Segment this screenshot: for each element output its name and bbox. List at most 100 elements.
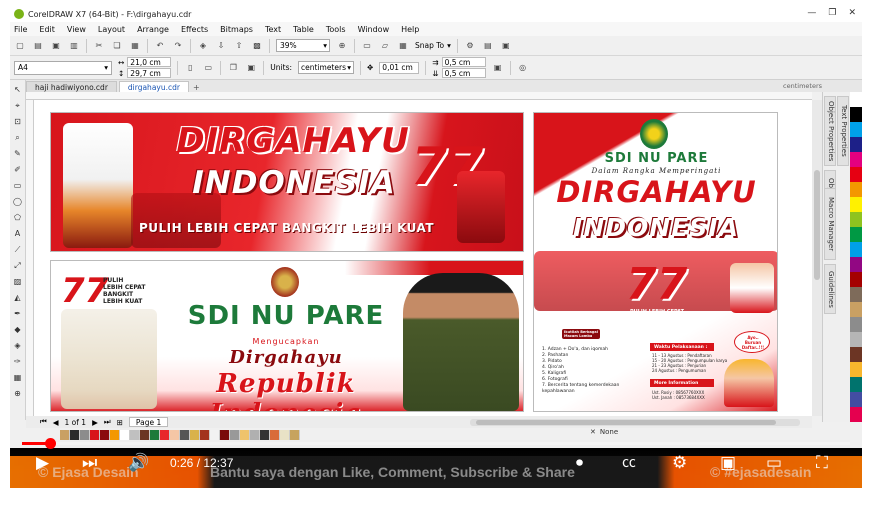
tab-dirgahayu[interactable]: dirgahayu.cdr [118, 81, 189, 92]
palette-swatch[interactable] [850, 182, 862, 197]
document-palette-swatch[interactable] [220, 430, 230, 440]
interactive-fill-icon[interactable]: ◆ [12, 324, 23, 335]
document-palette-swatch[interactable] [210, 430, 220, 440]
horizontal-scroll-thumb[interactable] [476, 420, 776, 425]
rectangle-tool-icon[interactable]: ▭ [12, 180, 23, 191]
zoom-fit-icon[interactable]: ⊕ [336, 40, 348, 52]
miniplayer-icon[interactable]: ▣ [720, 453, 736, 473]
redo-icon[interactable]: ↷ [172, 40, 184, 52]
autoplay-toggle-icon[interactable]: ⏺ [576, 453, 583, 473]
document-palette-swatch[interactable] [120, 430, 130, 440]
palette-swatch[interactable] [850, 167, 862, 182]
vertical-ruler[interactable] [26, 100, 34, 416]
transparency-tool-icon[interactable]: ◭ [12, 292, 23, 303]
last-page-icon[interactable]: ⏭ [104, 417, 111, 427]
polygon-tool-icon[interactable]: ⬠ [12, 212, 23, 223]
menu-arrange[interactable]: Arrange [137, 25, 169, 34]
palette-swatch[interactable] [850, 212, 862, 227]
document-palette-swatch[interactable] [90, 430, 100, 440]
minimize-button[interactable]: — [807, 8, 816, 18]
welcome-screen-icon[interactable]: ▣ [500, 40, 512, 52]
maximize-button[interactable]: ❐ [828, 8, 836, 18]
docker-tab-macro-manager[interactable]: Macro Manager [824, 188, 836, 260]
palette-swatch[interactable] [850, 272, 862, 287]
application-launcher-icon[interactable]: ▤ [482, 40, 494, 52]
color-palette[interactable] [850, 92, 862, 422]
import-icon[interactable]: ⇩ [215, 40, 227, 52]
document-palette-swatch[interactable] [60, 430, 70, 440]
document-palette[interactable] [60, 430, 300, 440]
document-palette-swatch[interactable] [130, 430, 140, 440]
menu-effects[interactable]: Effects [181, 25, 208, 34]
save-icon[interactable]: ▣ [50, 40, 62, 52]
freehand-tool-icon[interactable]: ✎ [12, 148, 23, 159]
horizontal-scrollbar[interactable] [470, 419, 800, 426]
publish-pdf-icon[interactable]: ▩ [251, 40, 263, 52]
document-palette-swatch[interactable] [190, 430, 200, 440]
menu-edit[interactable]: Edit [39, 25, 55, 34]
add-tool-icon[interactable]: ⊕ [12, 388, 23, 399]
palette-swatch[interactable] [850, 242, 862, 257]
theater-mode-icon[interactable]: ▭ [766, 453, 782, 473]
document-palette-swatch[interactable] [240, 430, 250, 440]
open-folder-icon[interactable]: ▤ [32, 40, 44, 52]
page-height-input[interactable]: 29,7 cm [127, 68, 172, 78]
document-palette-swatch[interactable] [230, 430, 240, 440]
units-select[interactable]: centimeters ▾ [298, 61, 354, 74]
palette-swatch[interactable] [850, 227, 862, 242]
menu-text[interactable]: Text [265, 25, 281, 34]
palette-swatch[interactable] [850, 392, 862, 407]
snap-to-dropdown[interactable]: Snap To ▾ [415, 41, 451, 50]
new-document-icon[interactable]: ▢ [14, 40, 26, 52]
print-icon[interactable]: ▥ [68, 40, 80, 52]
palette-swatch[interactable] [850, 257, 862, 272]
menu-file[interactable]: File [14, 25, 27, 34]
settings-gear-icon[interactable]: ⚙ [672, 453, 687, 473]
document-palette-swatch[interactable] [80, 430, 90, 440]
drop-shadow-icon[interactable]: ▨ [12, 276, 23, 287]
page-width-input[interactable]: 21,0 cm [127, 57, 172, 67]
add-page-icon[interactable]: ⊞ [117, 418, 123, 427]
page-frame-icon[interactable]: ▣ [492, 62, 504, 74]
play-icon[interactable]: ▶ [36, 453, 49, 473]
menu-tools[interactable]: Tools [326, 25, 346, 34]
page-size-select[interactable]: A4 ▾ [14, 60, 112, 75]
document-palette-swatch[interactable] [100, 430, 110, 440]
document-palette-swatch[interactable] [250, 430, 260, 440]
palette-swatch[interactable] [850, 362, 862, 377]
prev-page-icon[interactable]: ◀ [53, 418, 59, 427]
cut-icon[interactable]: ✂ [93, 40, 105, 52]
artistic-media-icon[interactable]: ✐ [12, 164, 23, 175]
palette-swatch[interactable] [850, 107, 862, 122]
shape-tool-icon[interactable]: ⌖ [12, 100, 23, 111]
document-palette-swatch[interactable] [170, 430, 180, 440]
document-palette-swatch[interactable] [270, 430, 280, 440]
nudge-distance-input[interactable]: 0,01 cm [379, 61, 420, 74]
paste-icon[interactable]: ▦ [129, 40, 141, 52]
color-eyedropper-icon[interactable]: ✒ [12, 308, 23, 319]
menu-bitmaps[interactable]: Bitmaps [220, 25, 253, 34]
docker-tab-object-properties[interactable]: Object Properties [824, 96, 836, 166]
palette-swatch[interactable] [850, 347, 862, 362]
palette-swatch[interactable] [850, 332, 862, 347]
document-palette-swatch[interactable] [200, 430, 210, 440]
next-video-icon[interactable]: ⏭ [82, 453, 97, 473]
connector-tool-icon[interactable]: ⤢ [12, 260, 23, 271]
copy-icon[interactable]: ❏ [111, 40, 123, 52]
tab-haji-hadiwiyono[interactable]: haji hadiwiyono.cdr [26, 81, 117, 92]
spot-icon[interactable]: ◎ [517, 62, 529, 74]
vertical-scroll-thumb[interactable] [814, 170, 820, 280]
all-pages-icon[interactable]: ❐ [227, 62, 239, 74]
drawing-canvas[interactable]: DIRGAHAYU INDONESIA 77 PULIH LEBIH CEPAT… [34, 100, 812, 416]
horizontal-ruler[interactable] [26, 92, 812, 100]
search-content-icon[interactable]: ◈ [197, 40, 209, 52]
document-palette-swatch[interactable] [70, 430, 80, 440]
palette-swatch[interactable] [850, 287, 862, 302]
page-tab-1[interactable]: Page 1 [128, 417, 169, 427]
poster-lomba[interactable]: SDI NU PARE Dalam Rangka Memperingati DI… [533, 112, 778, 412]
document-palette-swatch[interactable] [150, 430, 160, 440]
document-palette-swatch[interactable] [140, 430, 150, 440]
zoom-tool-icon[interactable]: ⌕ [12, 132, 23, 143]
palette-swatch[interactable] [850, 122, 862, 137]
close-button[interactable]: ✕ [848, 8, 856, 18]
